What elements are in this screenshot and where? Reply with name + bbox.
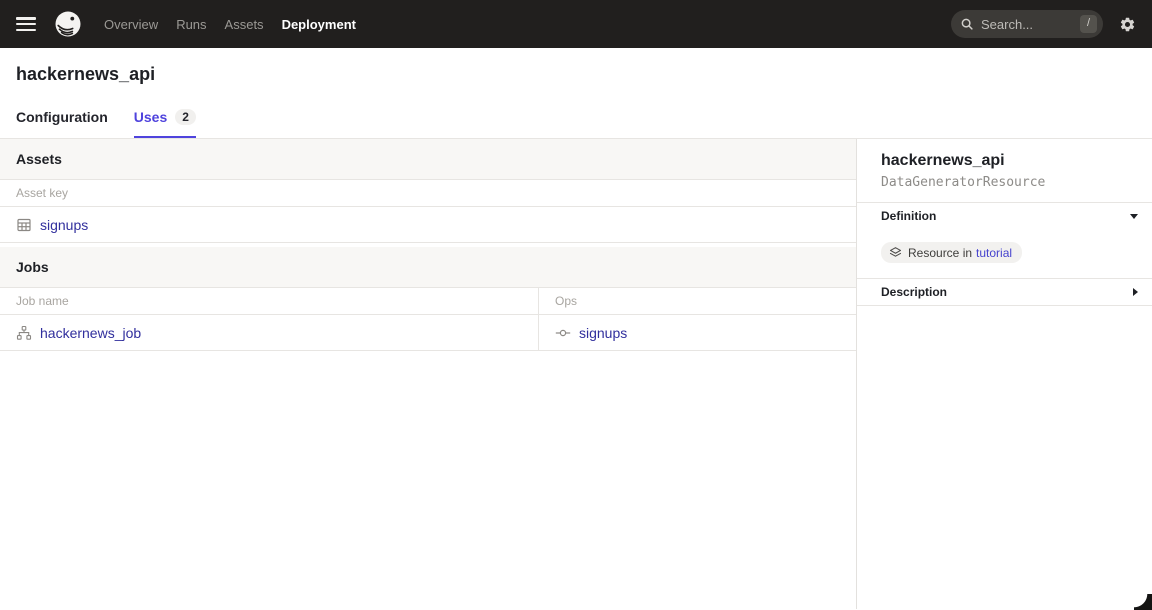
table-icon xyxy=(16,217,32,233)
tag-tutorial-link[interactable]: tutorial xyxy=(976,246,1012,260)
page-header: hackernews_api Configuration Uses 2 xyxy=(0,48,1152,139)
resource-detail-panel: hackernews_api DataGeneratorResource Def… xyxy=(857,139,1152,609)
search-icon xyxy=(960,17,974,31)
column-header-asset-key: Asset key xyxy=(0,180,84,206)
table-row: hackernews_job signups xyxy=(0,315,856,351)
tab-uses[interactable]: Uses 2 xyxy=(134,109,196,138)
resource-title: hackernews_api xyxy=(881,152,1128,170)
resource-type: DataGeneratorResource xyxy=(881,175,1128,190)
assets-section-header: Assets xyxy=(0,139,856,180)
description-label: Description xyxy=(881,285,947,299)
page-title: hackernews_api xyxy=(0,48,1152,85)
hamburger-menu-icon[interactable] xyxy=(16,17,36,31)
layers-icon xyxy=(889,246,902,259)
uses-list-pane: Assets Asset key signups xyxy=(0,139,857,609)
nav-item-overview[interactable]: Overview xyxy=(104,17,158,32)
job-link-hackernews-job[interactable]: hackernews_job xyxy=(40,325,141,341)
tab-configuration-label: Configuration xyxy=(16,109,108,125)
column-header-ops: Ops xyxy=(539,288,856,314)
chevron-right-icon xyxy=(1133,288,1138,296)
nav-item-deployment[interactable]: Deployment xyxy=(282,17,356,32)
panel-header: hackernews_api DataGeneratorResource xyxy=(857,139,1152,202)
search-input[interactable]: Search... / xyxy=(951,10,1103,38)
definition-section-content: Resource in tutorial xyxy=(857,229,1152,278)
assets-section-title: Assets xyxy=(16,151,62,167)
tab-uses-label: Uses xyxy=(134,109,167,125)
definition-label: Definition xyxy=(881,209,936,223)
tag-text: Resource in xyxy=(908,246,972,260)
op-link-signups[interactable]: signups xyxy=(579,325,627,341)
assets-table-header: Asset key xyxy=(0,180,856,207)
resource-tag[interactable]: Resource in tutorial xyxy=(881,242,1022,263)
search-shortcut-badge: / xyxy=(1080,15,1097,32)
nav-item-runs[interactable]: Runs xyxy=(176,17,206,32)
workflow-icon xyxy=(16,325,32,341)
description-section-toggle[interactable]: Description xyxy=(857,278,1152,305)
asset-link-signups[interactable]: signups xyxy=(40,217,88,233)
table-row: signups xyxy=(0,207,856,243)
dagster-logo-icon[interactable] xyxy=(54,10,82,38)
tab-configuration[interactable]: Configuration xyxy=(16,109,108,138)
search-placeholder: Search... xyxy=(981,17,1073,32)
panel-divider xyxy=(857,305,1152,306)
nav-item-assets[interactable]: Assets xyxy=(225,17,264,32)
top-navigation-bar: Overview Runs Assets Deployment Search..… xyxy=(0,0,1152,48)
asset-key-cell: signups xyxy=(0,207,104,242)
primary-nav: Overview Runs Assets Deployment xyxy=(104,17,356,32)
definition-section-toggle[interactable]: Definition xyxy=(857,202,1152,229)
op-icon xyxy=(555,325,571,341)
gear-icon[interactable] xyxy=(1119,16,1136,33)
jobs-table-header: Job name Ops xyxy=(0,288,856,315)
job-name-cell: hackernews_job xyxy=(0,315,539,350)
jobs-section-header: Jobs xyxy=(0,247,856,288)
jobs-section-title: Jobs xyxy=(16,259,49,275)
tab-bar: Configuration Uses 2 xyxy=(0,109,1152,138)
chevron-down-icon xyxy=(1130,214,1138,219)
ops-cell: signups xyxy=(539,315,856,350)
tab-uses-count-badge: 2 xyxy=(175,109,196,125)
column-header-job-name: Job name xyxy=(0,288,539,314)
